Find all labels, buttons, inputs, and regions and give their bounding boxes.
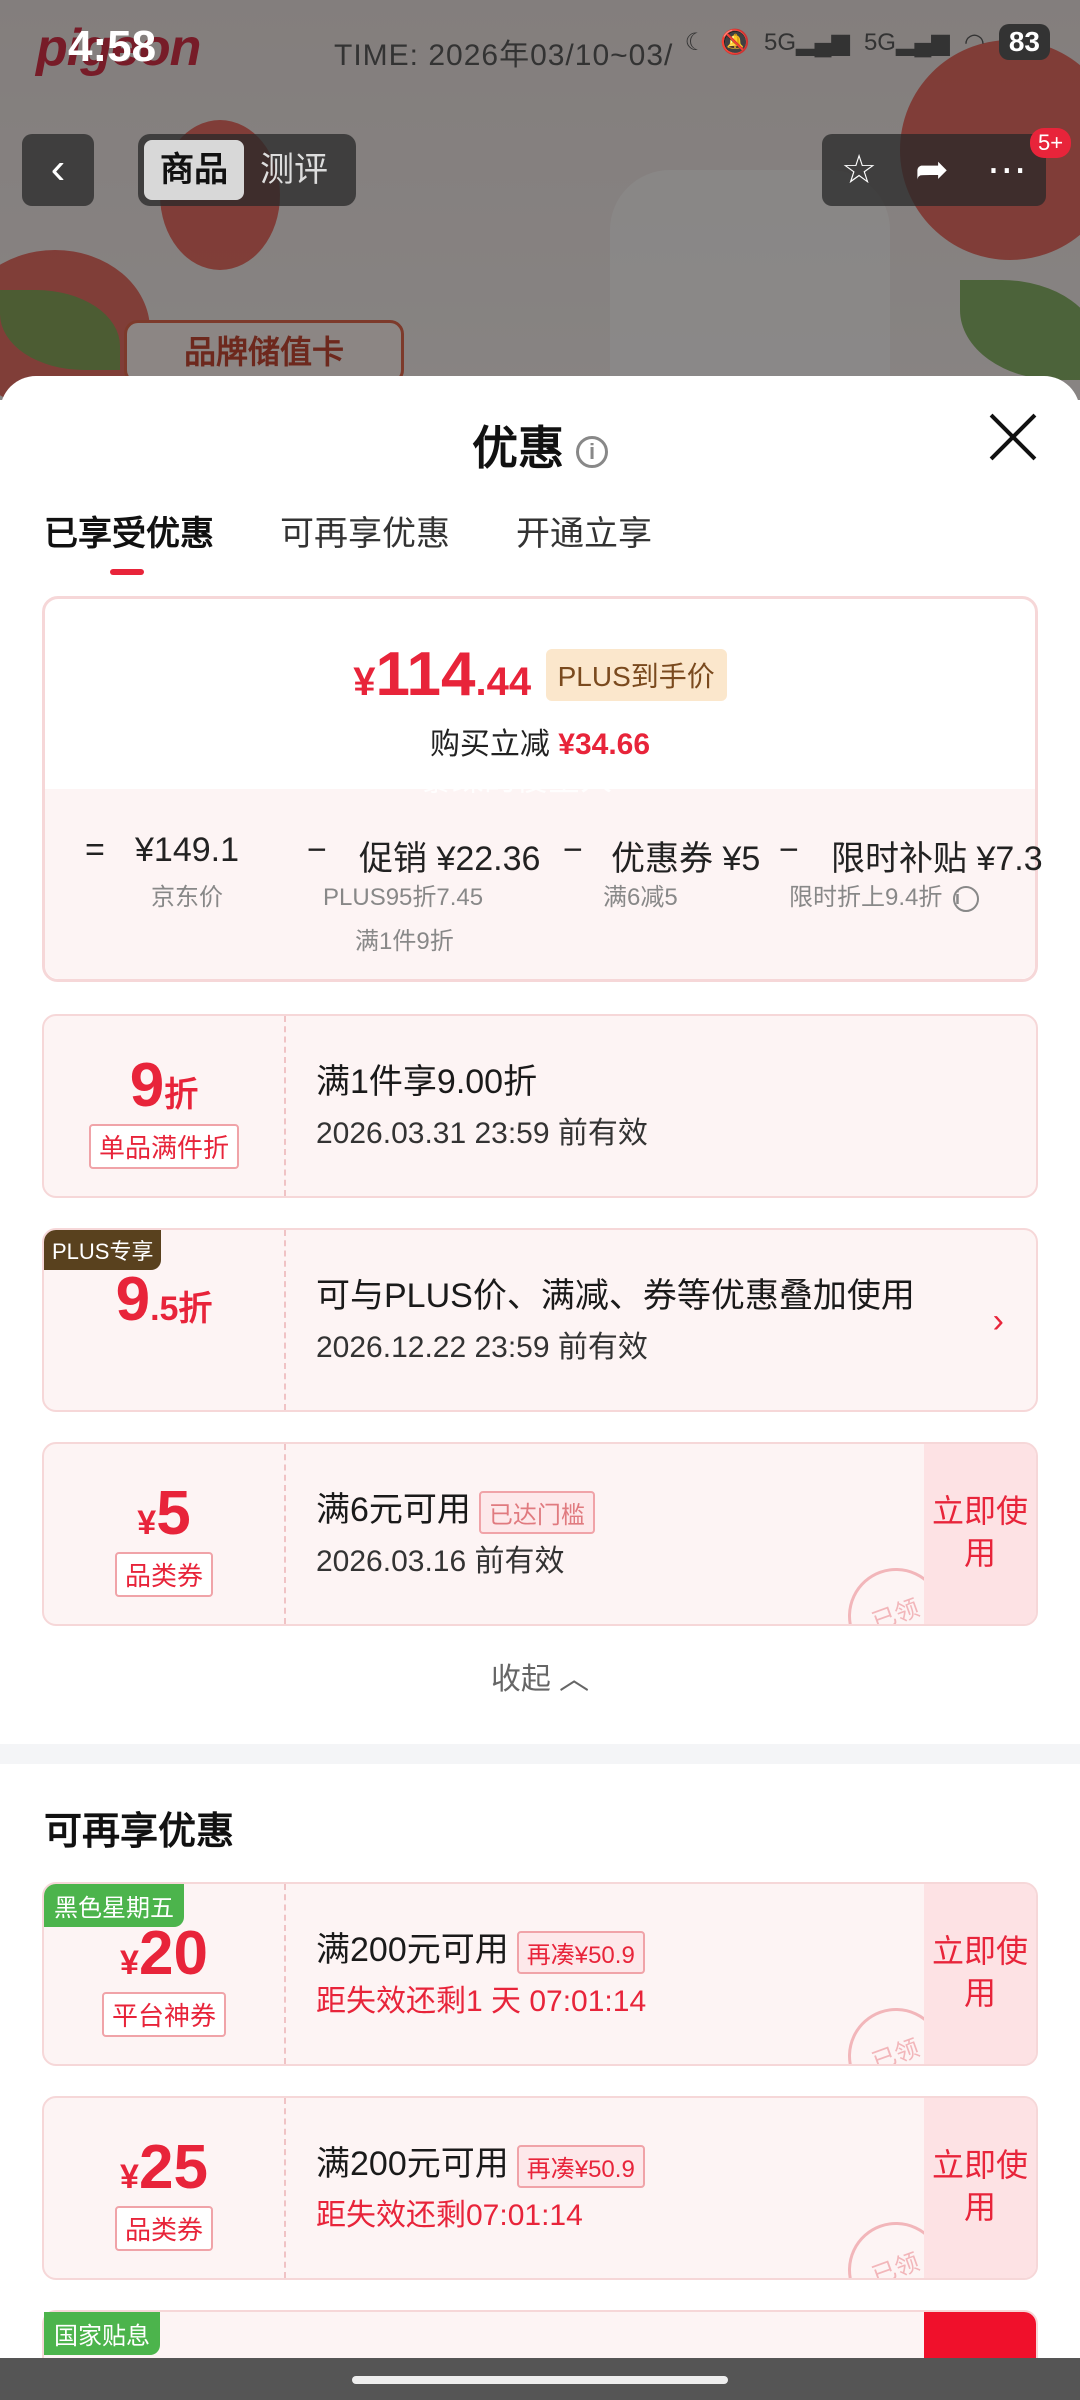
moon-icon: ☾: [684, 28, 707, 56]
section-title: 可再享优惠: [44, 1811, 235, 1853]
threshold-met-tag: 已达门槛: [478, 1490, 595, 1534]
minus-sign: −: [307, 831, 327, 869]
jd-price: ¥149.1: [135, 831, 239, 869]
use-now-button[interactable]: 立即使用: [924, 1884, 1036, 2064]
favorite-star-icon[interactable]: ☆: [841, 147, 877, 193]
coupon-amount: 优惠券 ¥5: [611, 840, 761, 878]
price-decimal: .44: [475, 660, 532, 704]
more-icon[interactable]: ⋯: [987, 147, 1027, 193]
minus-sign: −: [563, 831, 583, 869]
mute-icon: 🔕: [720, 28, 751, 56]
coupon-countdown: 距失效还剩1 天 07:01:14: [316, 1985, 647, 2018]
signal-icon: 5G▂▄▆: [863, 28, 950, 56]
coupon-type-label: 品类券: [114, 2206, 214, 2251]
section-divider: [0, 1744, 1080, 1764]
status-bar: 4:58 TIME: 2026年03/10~03/ ☾ 🔕 5G▂▄▆ 5G▂▄…: [0, 0, 1080, 90]
coupon-detail: 满6减5: [603, 884, 678, 911]
use-now-button[interactable]: 立即使用: [924, 1444, 1036, 1624]
coupon-rule: 满200元可用 再凑¥50.9: [316, 2136, 645, 2188]
coupon-rule: 满200元可用 再凑¥50.9: [316, 1922, 645, 1974]
chevron-right-icon[interactable]: ›: [993, 1302, 1004, 1341]
tab-activate[interactable]: 开通立享: [516, 506, 652, 575]
segment-control: 商品 测评: [138, 134, 356, 206]
battery-icon: 83: [998, 24, 1050, 60]
tab-review[interactable]: 测评: [244, 140, 344, 200]
promo-detail: 满1件9折: [355, 928, 454, 955]
home-indicator[interactable]: [352, 2376, 728, 2384]
discount-validity: 2026.03.31 23:59 前有效: [316, 1117, 648, 1150]
tab-more-available[interactable]: 可再享优惠: [280, 506, 450, 575]
national-subsidy-badge: 国家贴息: [44, 2312, 160, 2355]
discount-sheet: 优惠 i 已享受优惠 可再享优惠 开通立享 ¥114.44 PLUS到手价 购买立…: [0, 376, 1080, 2400]
promo-detail: PLUS95折7.45: [323, 884, 484, 911]
top-up-tag: 再凑¥50.9: [516, 1930, 645, 1974]
subsidy-detail: 限时折上9.4折 i: [789, 877, 980, 912]
price-integer: 114: [375, 640, 476, 709]
final-price: ¥114.44 PLUS到手价: [45, 639, 1035, 710]
nav-actions: ☆ ➦ ⋯: [822, 134, 1046, 206]
message-badge: 5+: [1030, 128, 1072, 158]
coupon-card: 黑色星期五 ¥20 平台神券 满200元可用 再凑¥50.9 距失效还剩1 天 0…: [42, 1882, 1038, 2066]
coupon-card: ¥25 品类券 满200元可用 再凑¥50.9 距失效还剩07:01:14 已领 …: [42, 2096, 1038, 2280]
use-now-button[interactable]: 立即使用: [924, 2098, 1036, 2278]
info-icon[interactable]: i: [953, 885, 980, 912]
status-time: 4:58: [68, 22, 157, 71]
tab-product[interactable]: 商品: [144, 140, 244, 200]
jd-price-label: 京东价: [151, 884, 223, 911]
subsidy-amount: 限时补贴 ¥7.3: [831, 840, 1043, 878]
minus-sign: −: [779, 831, 799, 869]
wifi-icon: ◠: [963, 28, 985, 56]
status-icons: ☾ 🔕 5G▂▄▆ 5G▂▄▆ ◠ 83: [685, 24, 1050, 60]
promo-amount: 促销 ¥22.36: [359, 840, 541, 878]
discount-card: 9折 单品满件折 满1件享9.00折 2026.03.31 23:59 前有效: [42, 1014, 1038, 1198]
signal-icon: 5G▂▄▆: [764, 28, 850, 56]
status-ticker: TIME: 2026年03/10~03/: [334, 39, 674, 72]
plus-price-tag: PLUS到手价: [545, 649, 727, 701]
back-button[interactable]: ‹: [22, 134, 94, 206]
watermark: 暴躁的侵星人: [420, 761, 613, 797]
coupon-countdown: 距失效还剩07:01:14: [316, 2199, 583, 2232]
top-up-tag: 再凑¥50.9: [516, 2144, 645, 2188]
discount-validity: 2026.12.22 23:59 前有效: [316, 1331, 648, 1364]
share-icon[interactable]: ➦: [915, 147, 949, 193]
coupon-type-label: 品类券: [114, 1552, 214, 1597]
discount-rule: 满1件享9.00折: [316, 1063, 538, 1101]
coupon-validity: 2026.03.16 前有效: [316, 1545, 565, 1578]
sheet-title: 优惠 i: [0, 412, 1080, 478]
close-icon[interactable]: [988, 412, 1038, 462]
tab-enjoyed[interactable]: 已享受优惠: [44, 506, 214, 575]
equals-sign: =: [85, 831, 105, 869]
top-nav: ‹ 商品 测评 ☆ ➦ ⋯ 5+: [0, 128, 1080, 210]
collapse-button[interactable]: 收起 ︿: [0, 1654, 1080, 1698]
discount-rule: 可与PLUS价、满减、券等优惠叠加使用: [316, 1277, 915, 1315]
coupon-rule: 满6元可用 已达门槛: [316, 1482, 595, 1534]
info-icon[interactable]: i: [576, 435, 608, 468]
discount-tabs: 已享受优惠 可再享优惠 开通立享: [44, 506, 652, 575]
coupon-type-label: 平台神券: [101, 1992, 227, 2037]
discount-type-label: 单品满件折: [88, 1124, 240, 1169]
home-indicator-bar: [0, 2358, 1080, 2400]
plus-discount-card[interactable]: PLUS专享 9.5折 可与PLUS价、满减、券等优惠叠加使用 2026.12.…: [42, 1228, 1038, 1412]
coupon-card: ¥5 品类券 满6元可用 已达门槛 2026.03.16 前有效 已领 立即使用: [42, 1442, 1038, 1626]
